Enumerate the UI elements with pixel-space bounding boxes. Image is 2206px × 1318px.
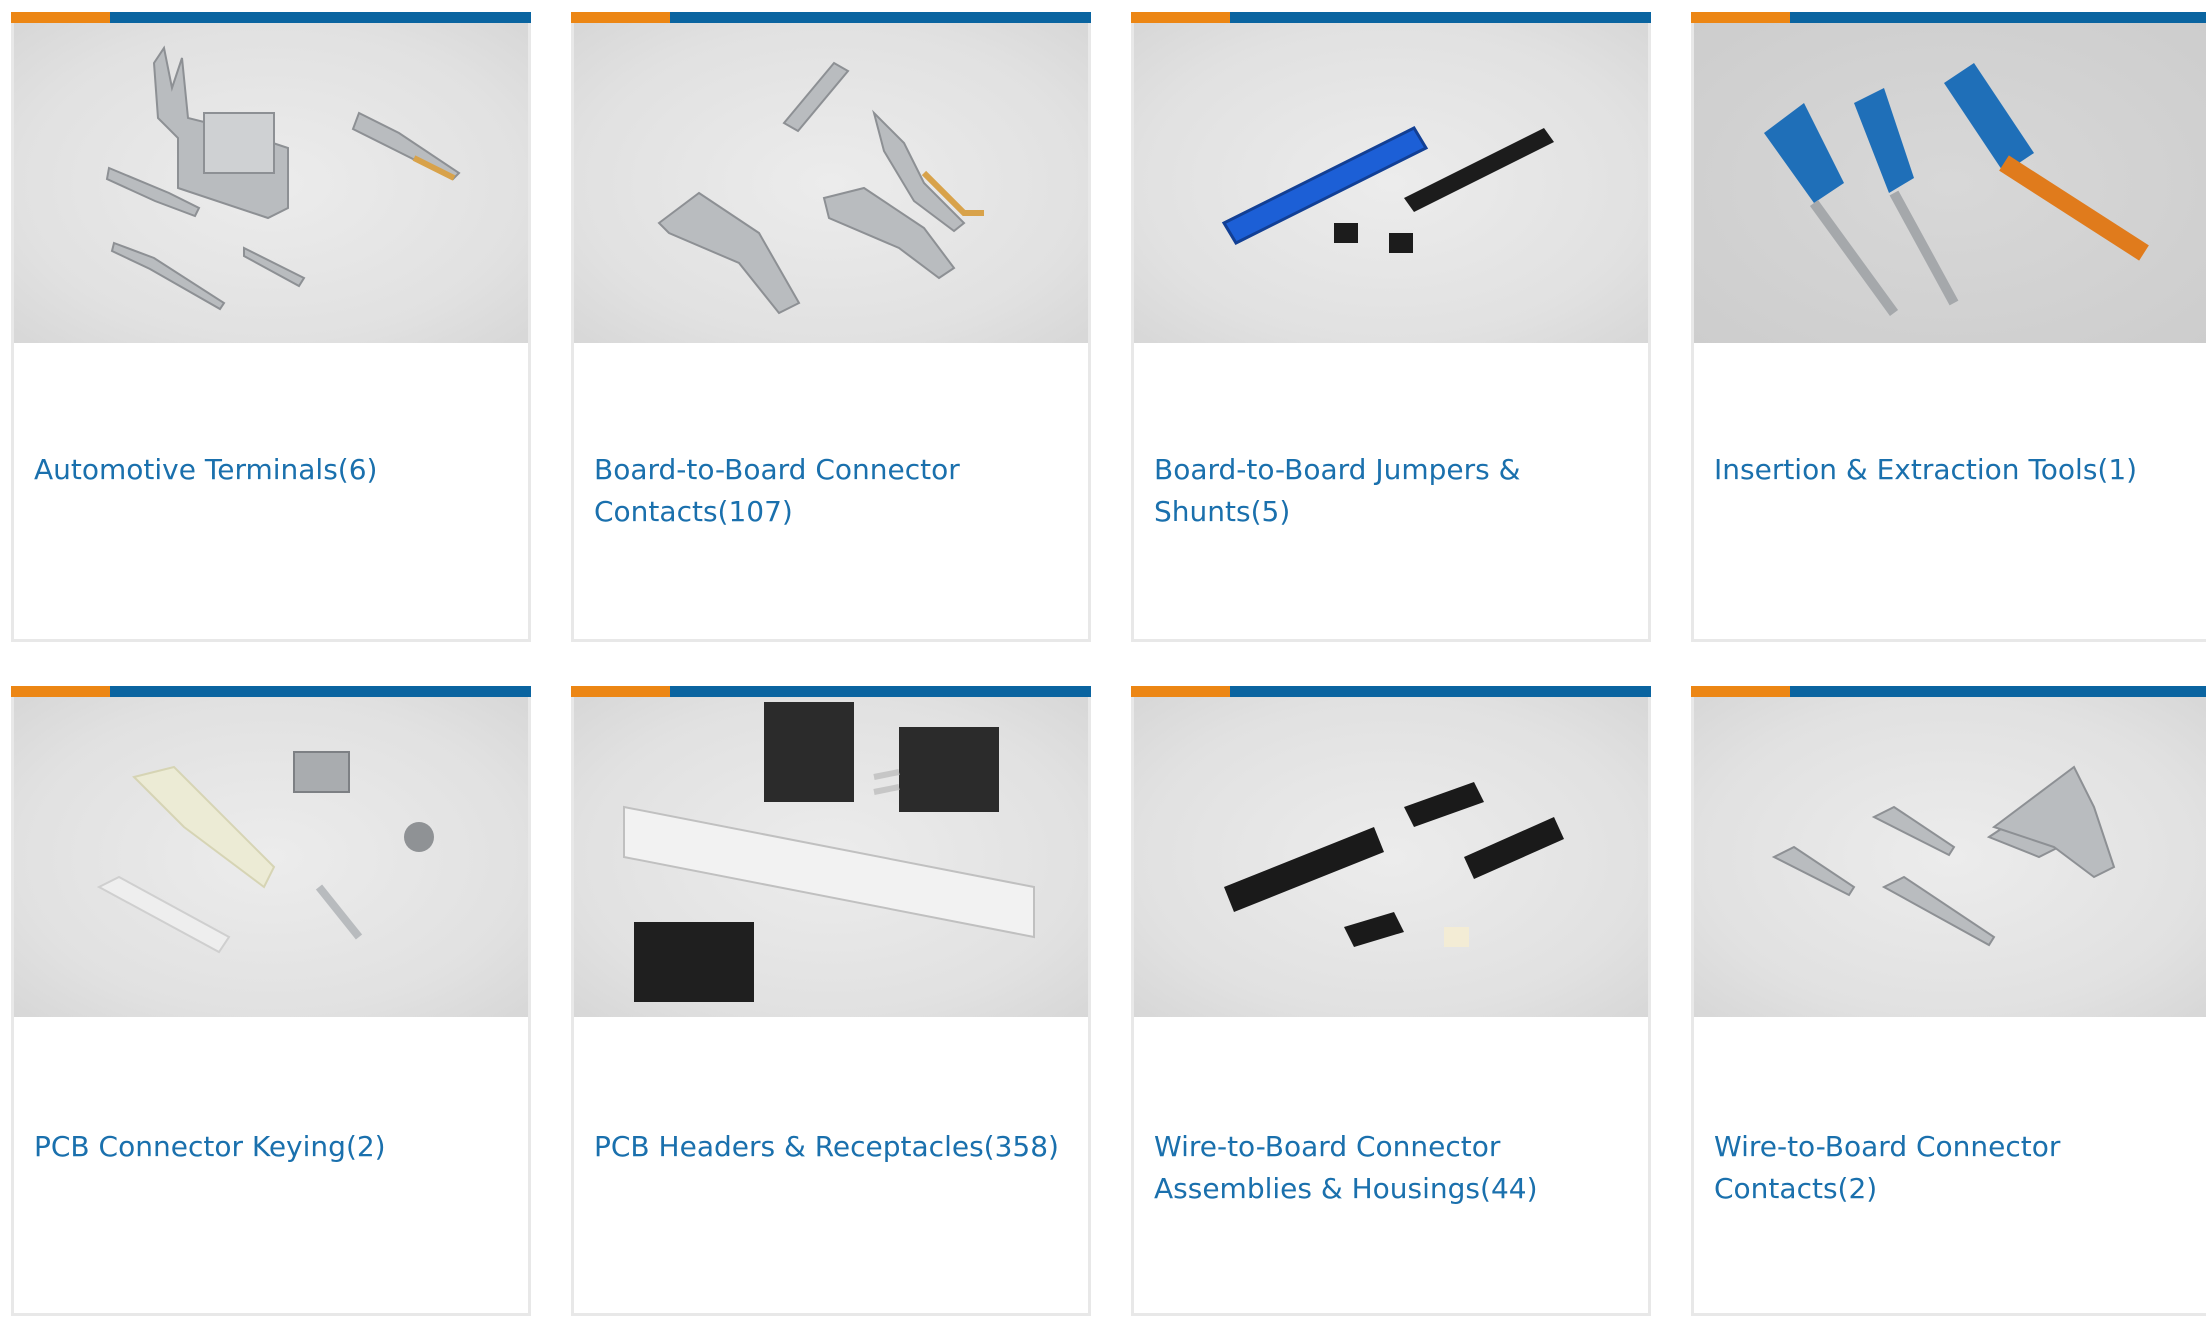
category-name[interactable]: Wire-to-Board Connector Contacts — [1714, 1130, 2060, 1205]
category-link[interactable]: Wire-to-Board Connector Assemblies & Hou… — [1154, 1126, 1624, 1210]
category-card[interactable]: Wire-to-Board Connector Assemblies & Hou… — [1131, 686, 1651, 1316]
category-image[interactable] — [14, 697, 528, 1017]
category-card[interactable]: PCB Headers & Receptacles(358) — [571, 686, 1091, 1316]
tools-illustration — [1764, 63, 2149, 316]
card-top-bar — [11, 12, 531, 23]
category-image[interactable] — [574, 23, 1088, 343]
category-link[interactable]: Automotive Terminals(6) — [34, 449, 504, 491]
category-name[interactable]: PCB Connector Keying — [34, 1130, 346, 1163]
category-count[interactable]: (1) — [2097, 453, 2137, 486]
category-image[interactable] — [14, 23, 528, 343]
card-top-bar — [11, 686, 531, 697]
category-card[interactable]: Automotive Terminals(6) — [11, 12, 531, 642]
category-link[interactable]: Insertion & Extraction Tools(1) — [1714, 449, 2184, 491]
card-accent-bar — [1691, 686, 1790, 697]
housings-illustration — [1224, 782, 1564, 947]
contacts-illustration — [657, 61, 984, 315]
category-link[interactable]: Board-to-Board Connector Contacts(107) — [594, 449, 1064, 533]
category-card[interactable]: Wire-to-Board Connector Contacts(2) — [1691, 686, 2206, 1316]
category-name[interactable]: PCB Headers & Receptacles — [594, 1130, 984, 1163]
category-count[interactable]: (5) — [1251, 495, 1291, 528]
category-name[interactable]: Board-to-Board Jumpers & Shunts — [1154, 453, 1520, 528]
category-card[interactable]: Insertion & Extraction Tools(1) — [1691, 12, 2206, 642]
category-card[interactable]: PCB Connector Keying(2) — [11, 686, 531, 1316]
category-name[interactable]: Automotive Terminals — [34, 453, 338, 486]
category-count[interactable]: (2) — [1838, 1172, 1878, 1205]
category-image[interactable] — [1694, 23, 2206, 343]
card-top-bar — [1131, 12, 1651, 23]
category-link[interactable]: PCB Headers & Receptacles(358) — [594, 1126, 1064, 1168]
category-card[interactable]: Board-to-Board Jumpers & Shunts(5) — [1131, 12, 1651, 642]
category-count[interactable]: (2) — [346, 1130, 386, 1163]
keying-illustration — [96, 751, 434, 954]
category-link[interactable]: PCB Connector Keying(2) — [34, 1126, 504, 1168]
category-name[interactable]: Insertion & Extraction Tools — [1714, 453, 2097, 486]
category-count[interactable]: (6) — [338, 453, 378, 486]
card-top-bar — [1131, 686, 1651, 697]
category-link[interactable]: Wire-to-Board Connector Contacts(2) — [1714, 1126, 2184, 1210]
category-count[interactable]: (107) — [718, 495, 793, 528]
card-top-bar — [1691, 686, 2206, 697]
category-grid: Automotive Terminals(6) Board-to-Board C… — [0, 0, 2206, 1318]
headers-illustration — [623, 702, 1035, 1002]
category-image[interactable] — [1134, 23, 1648, 343]
card-top-bar — [1691, 12, 2206, 23]
category-link[interactable]: Board-to-Board Jumpers & Shunts(5) — [1154, 449, 1624, 533]
card-top-bar — [571, 686, 1091, 697]
card-accent-bar — [1131, 686, 1230, 697]
card-top-bar — [571, 12, 1091, 23]
terminals-illustration — [105, 45, 461, 311]
w2b-contacts-illustration — [1771, 765, 2116, 947]
category-count[interactable]: (358) — [984, 1130, 1059, 1163]
card-accent-bar — [1691, 12, 1790, 23]
card-accent-bar — [571, 12, 670, 23]
category-image[interactable] — [1694, 697, 2206, 1017]
card-accent-bar — [571, 686, 670, 697]
card-accent-bar — [11, 686, 110, 697]
category-name[interactable]: Wire-to-Board Connector Assemblies & Hou… — [1154, 1130, 1500, 1205]
card-accent-bar — [1131, 12, 1230, 23]
category-image[interactable] — [1134, 697, 1648, 1017]
category-image[interactable] — [574, 697, 1088, 1017]
category-count[interactable]: (44) — [1480, 1172, 1537, 1205]
jumpers-illustration — [1221, 126, 1554, 253]
category-card[interactable]: Board-to-Board Connector Contacts(107) — [571, 12, 1091, 642]
card-accent-bar — [11, 12, 110, 23]
